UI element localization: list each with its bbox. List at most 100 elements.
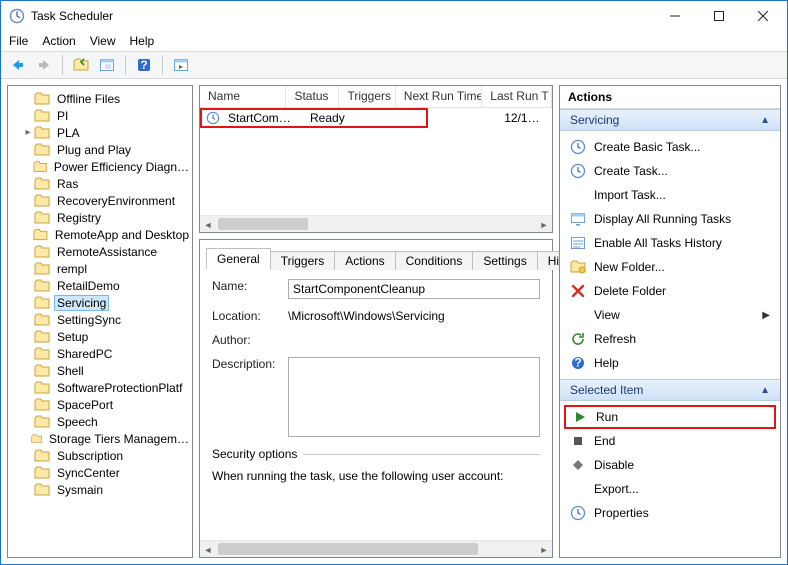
tree-item[interactable]: rempl [8,260,192,277]
tree-item[interactable]: Plug and Play [8,141,192,158]
action-label: Export... [594,482,639,496]
tree-item-label: Ras [54,177,81,191]
tree-item-label: SoftwareProtectionPlatf [54,381,185,395]
up-button[interactable] [70,54,92,76]
expand-icon[interactable]: ▸ [22,127,34,138]
column-header[interactable]: Triggers [339,86,395,107]
action-item[interactable]: Properties [564,501,776,525]
column-header[interactable]: Name [200,86,286,107]
action-item[interactable]: New Folder... [564,255,776,279]
run-options-button[interactable] [170,54,192,76]
action-item[interactable]: Create Task... [564,159,776,183]
tree-item[interactable]: SyncCenter [8,464,192,481]
action-item[interactable]: Create Basic Task... [564,135,776,159]
scroll-left-icon[interactable]: ◄ [200,541,216,558]
scroll-right-icon[interactable]: ► [536,541,552,558]
maximize-button[interactable] [697,2,741,30]
tree-panel[interactable]: Offline FilesPI ▸ PLAPlug and PlayPower Ef… [7,85,193,558]
action-item[interactable]: ?Help [564,351,776,375]
action-label: Delete Folder [594,284,666,298]
end-icon [570,433,586,449]
tree-item[interactable]: Offline Files [8,90,192,107]
column-header[interactable]: Status [286,86,339,107]
actions-group-label: Servicing [570,113,619,127]
tree-item[interactable]: Storage Tiers Managem… [8,430,192,447]
task-list-body[interactable]: StartCompo…Ready12/19/201 [200,108,552,215]
scroll-right-icon[interactable]: ► [536,216,552,233]
column-header[interactable]: Next Run Time [396,86,482,107]
clock-icon [570,139,586,155]
forward-button[interactable] [33,54,55,76]
action-label: Enable All Tasks History [594,236,722,250]
menu-help[interactable]: Help [130,34,155,48]
refresh-icon [570,331,586,347]
menu-view[interactable]: View [90,34,116,48]
collapse-icon[interactable]: ▲ [760,115,770,126]
action-item[interactable]: Export... [564,477,776,501]
tree-item[interactable]: Registry [8,209,192,226]
tree-item[interactable]: SoftwareProtectionPlatf [8,379,192,396]
tree-item[interactable]: RemoteApp and Desktop [8,226,192,243]
tab-general[interactable]: General [206,248,271,269]
tree-item[interactable]: RecoveryEnvironment [8,192,192,209]
task-list-scrollbar[interactable]: ◄ ► [200,215,552,232]
display-icon [570,211,586,227]
scroll-left-icon[interactable]: ◄ [200,216,216,233]
actions-header: Actions [560,86,780,109]
tree-item-label: Storage Tiers Managem… [46,432,192,446]
tab-actions[interactable]: Actions [334,251,395,270]
close-button[interactable] [741,2,785,30]
tree-item-label: RetailDemo [54,279,123,293]
action-item[interactable]: Refresh [564,327,776,351]
tree-item[interactable]: ▸ PLA [8,124,192,141]
tree-item[interactable]: Sysmain [8,481,192,498]
action-label: End [594,434,615,448]
back-button[interactable] [7,54,29,76]
action-item[interactable]: End [564,429,776,453]
toolbar-separator [62,55,63,75]
task-list-header[interactable]: NameStatusTriggersNext Run TimeLast Run … [200,86,552,108]
tree-item[interactable]: Servicing [8,294,192,311]
scroll-thumb[interactable] [218,218,308,230]
tab-settings[interactable]: Settings [472,251,537,270]
tree-item[interactable]: Speech [8,413,192,430]
action-item[interactable]: View▶ [564,303,776,327]
minimize-button[interactable] [653,2,697,30]
description-field[interactable] [288,357,540,437]
menu-file[interactable]: File [9,34,28,48]
tree-item-label: PLA [54,126,83,140]
help-button[interactable]: ? [133,54,155,76]
action-item[interactable]: Display All Running Tasks [564,207,776,231]
action-item[interactable]: Delete Folder [564,279,776,303]
tree-item[interactable]: RetailDemo [8,277,192,294]
tree-item[interactable]: Setup [8,328,192,345]
tab-conditions[interactable]: Conditions [395,251,474,270]
actions-group-servicing[interactable]: Servicing ▲ [560,109,780,131]
action-item[interactable]: Disable [564,453,776,477]
collapse-icon[interactable]: ▲ [760,385,770,396]
tree-item[interactable]: Subscription [8,447,192,464]
view-options-button[interactable] [96,54,118,76]
menu-action[interactable]: Action [42,34,75,48]
action-item[interactable]: Enable All Tasks History [564,231,776,255]
actions-group-selected[interactable]: Selected Item ▲ [560,379,780,401]
task-row[interactable]: StartCompo…Ready12/19/201 [200,108,552,128]
scroll-thumb[interactable] [218,543,478,555]
action-item[interactable]: Import Task... [564,183,776,207]
tree-item[interactable]: Shell [8,362,192,379]
disable-icon [570,457,586,473]
tree-item[interactable]: SharedPC [8,345,192,362]
tree-item[interactable]: Ras [8,175,192,192]
tree-item[interactable]: PI [8,107,192,124]
tree-item[interactable]: RemoteAssistance [8,243,192,260]
tree-item[interactable]: SpacePort [8,396,192,413]
details-scrollbar[interactable]: ◄ ► [200,540,552,557]
tab-triggers[interactable]: Triggers [270,251,336,270]
name-field[interactable] [288,279,540,299]
tree-item[interactable]: SettingSync [8,311,192,328]
tree-item[interactable]: Power Efficiency Diagn… [8,158,192,175]
action-item[interactable]: Run [564,405,776,429]
window-title: Task Scheduler [31,9,653,23]
column-header[interactable]: Last Run T [482,86,552,107]
action-icon [570,307,586,323]
